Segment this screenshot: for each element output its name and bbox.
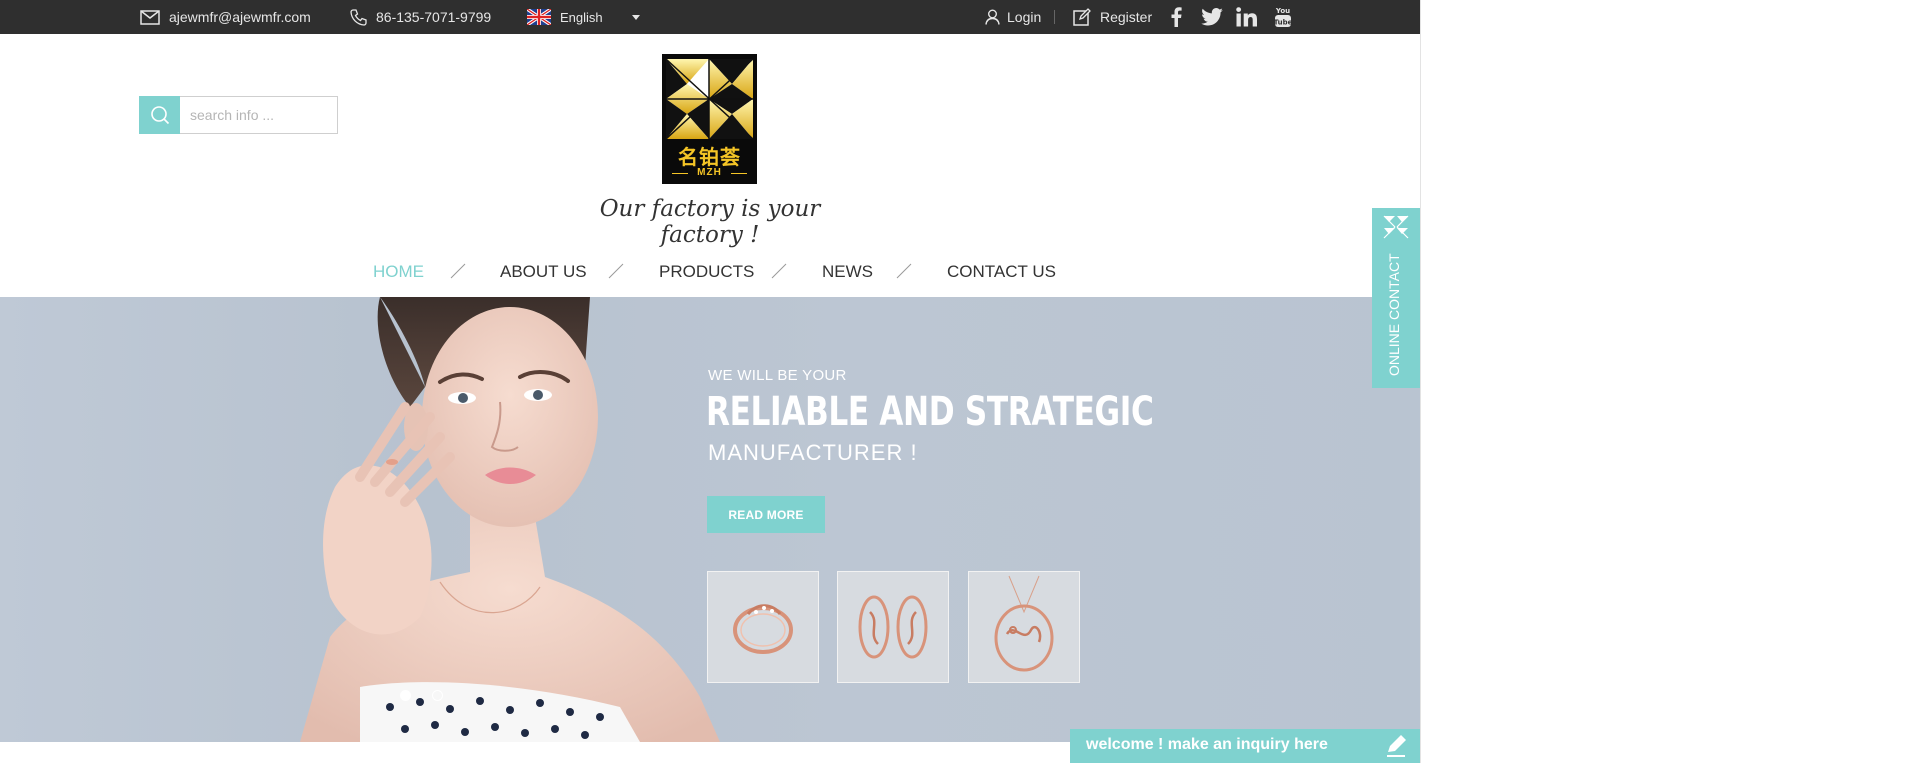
product-thumbnail-earrings[interactable]	[837, 571, 949, 683]
language-selector[interactable]: English	[527, 0, 640, 34]
logo-emblem	[665, 58, 754, 140]
envelope-icon	[140, 9, 160, 25]
logo-mini-icon	[1383, 215, 1409, 239]
online-contact-label: ONLINE CONTACT	[1386, 253, 1402, 376]
necklace-icon	[994, 575, 1054, 672]
top-bar: ajewmfr@ajewmfr.com 86-135-7071-9799 Eng…	[0, 0, 1420, 34]
chevron-down-icon	[631, 14, 640, 20]
nav-contact-us[interactable]: CONTACT US	[947, 262, 1056, 282]
nav-separator	[608, 263, 624, 279]
phone-icon	[350, 8, 367, 26]
nav-separator	[896, 263, 912, 279]
search-input[interactable]	[182, 97, 348, 133]
language-label: English	[560, 9, 603, 25]
online-contact-tab[interactable]: ONLINE CONTACT	[1372, 208, 1420, 388]
hero-slider: WE WILL BE YOUR RELIABLE AND STRATEGIC M…	[0, 297, 1420, 742]
facebook-icon	[1171, 7, 1182, 27]
phone-text: 86-135-7071-9799	[376, 9, 492, 25]
linkedin-icon	[1236, 7, 1257, 27]
slide-dot-1[interactable]	[400, 690, 411, 701]
hero-title-line2: MANUFACTURER !	[708, 440, 918, 465]
earrings-icon	[858, 595, 928, 659]
slide-dot-2[interactable]	[432, 690, 443, 701]
login-link[interactable]: Login	[985, 0, 1041, 34]
brand-logo[interactable]: 名铂荟 MZH	[662, 54, 757, 184]
linkedin-link[interactable]	[1236, 0, 1258, 34]
uk-flag-icon	[527, 9, 551, 25]
svg-text:Tube: Tube	[1274, 19, 1292, 27]
page: ajewmfr@ajewmfr.com 86-135-7071-9799 Eng…	[0, 0, 1420, 763]
search-box	[139, 96, 348, 134]
login-label: Login	[1007, 9, 1042, 25]
register-link[interactable]: Register	[1073, 0, 1152, 34]
hero-subtitle: WE WILL BE YOUR	[708, 367, 847, 384]
user-icon	[985, 9, 1000, 25]
ring-icon	[733, 604, 793, 654]
read-more-button[interactable]: READ MORE	[707, 496, 825, 533]
page-margin	[1420, 0, 1920, 763]
youtube-link[interactable]: You Tube	[1274, 0, 1292, 34]
twitter-icon	[1201, 8, 1223, 26]
edit-icon	[1073, 8, 1091, 26]
register-label: Register	[1100, 9, 1153, 25]
email-text: ajewmfr@ajewmfr.com	[169, 9, 311, 25]
main-nav: HOME ABOUT US PRODUCTS NEWS CONTACT US	[0, 258, 1420, 288]
nav-separator	[450, 263, 466, 279]
email-link[interactable]: ajewmfr@ajewmfr.com	[140, 0, 311, 34]
product-thumbnail-ring[interactable]	[707, 571, 819, 683]
search-icon	[150, 106, 169, 125]
logo-rule	[731, 173, 747, 174]
nav-news[interactable]: NEWS	[822, 262, 873, 282]
nav-products[interactable]: PRODUCTS	[659, 262, 754, 282]
inquiry-bar[interactable]: welcome ! make an inquiry here	[1070, 729, 1420, 763]
hero-title: RELIABLE AND STRATEGIC	[706, 389, 1154, 435]
facebook-link[interactable]	[1170, 0, 1182, 34]
inquiry-label: welcome ! make an inquiry here	[1086, 736, 1328, 753]
search-button[interactable]	[139, 96, 180, 134]
phone-link[interactable]: 86-135-7071-9799	[350, 0, 491, 34]
product-thumbnail-necklace[interactable]	[968, 571, 1080, 683]
logo-chinese-text: 名铂荟	[678, 145, 741, 169]
divider	[1054, 10, 1055, 24]
svg-text:You: You	[1275, 7, 1290, 15]
nav-separator	[771, 263, 787, 279]
youtube-icon: You Tube	[1274, 7, 1292, 27]
twitter-link[interactable]	[1201, 0, 1223, 34]
pencil-icon	[1387, 735, 1406, 757]
model-photo	[300, 297, 720, 742]
nav-home[interactable]: HOME	[373, 262, 424, 282]
tagline: Our factory is your factory !	[599, 196, 821, 248]
nav-about-us[interactable]: ABOUT US	[500, 262, 587, 282]
